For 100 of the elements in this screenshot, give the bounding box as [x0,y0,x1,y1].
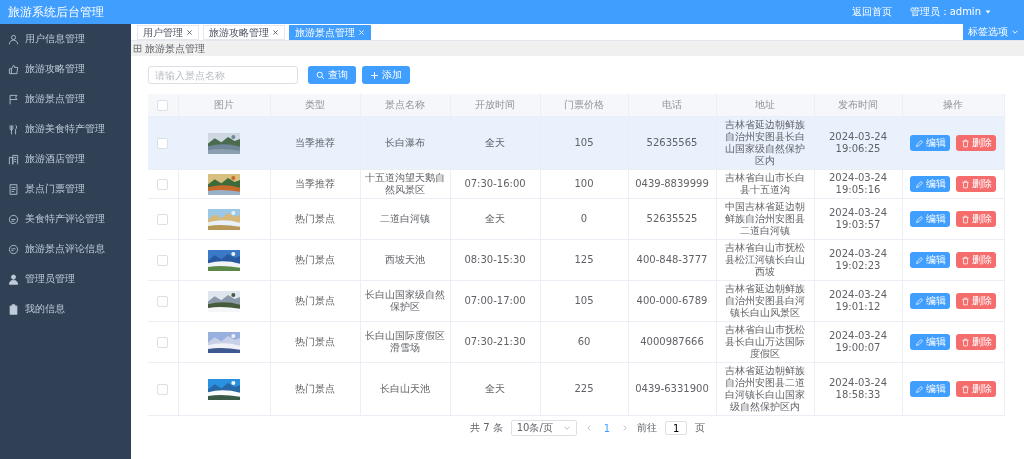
sidebar-item[interactable]: 管理员管理 [0,264,131,294]
table-cell: 2024-03-24 19:05:16 [814,169,902,199]
page-tab[interactable]: 旅游攻略管理 [203,25,285,40]
chevron-icon [1011,28,1019,36]
column-header: 开放时间 [450,94,540,117]
table-cell: 07:30-21:30 [450,321,540,363]
table-cell: 08:30-15:30 [450,239,540,281]
row-checkbox[interactable] [157,137,169,149]
search-button[interactable]: 查询 [308,66,356,84]
row-checkbox[interactable] [157,383,169,395]
table-cell: 2024-03-24 19:00:07 [814,321,902,363]
search-field[interactable]: 请输入景点名称 [148,66,298,84]
close-icon[interactable] [186,29,193,36]
sidebar-item[interactable]: 旅游景点管理 [0,84,131,114]
sidebar-item[interactable]: 景点门票管理 [0,174,131,204]
edit-button[interactable]: 编辑 [910,252,951,268]
table-cell: 热门景点 [270,280,360,322]
close-icon[interactable] [272,29,279,36]
sidebar-item[interactable]: 旅游景点评论信息 [0,234,131,264]
page-input[interactable]: 1 [665,421,688,435]
delete-button[interactable]: 删除 [956,381,997,397]
select-all-checkbox[interactable] [157,99,169,111]
edit-button[interactable]: 编辑 [910,293,951,309]
table-cell: 当季推荐 [270,169,360,199]
table-cell: 400-848-3777 [628,239,716,281]
menu-item-icon [8,93,19,105]
row-checkbox[interactable] [157,213,169,225]
edit-button[interactable]: 编辑 [910,211,951,227]
caret-icon [984,8,992,16]
row-checkbox[interactable] [157,178,169,190]
table-cell: 2024-03-24 19:02:23 [814,239,902,281]
pencil-icon [914,214,924,224]
page-suffix: 页 [695,421,706,435]
page-number[interactable]: 1 [600,422,614,434]
pencil-icon [914,255,924,265]
delete-button[interactable]: 删除 [956,211,997,227]
table-cell: 中国吉林省延边朝鲜族自治州安图县二道白河镇 [716,198,814,240]
table-cell: 长白山天池 [360,362,450,416]
table-cell: 0439-8839999 [628,169,716,199]
sidebar-item[interactable]: 旅游美食特产管理 [0,114,131,144]
previous-page-icon[interactable] [584,424,593,432]
row-checkbox[interactable] [157,295,169,307]
next-page-icon[interactable] [621,424,630,432]
table-cell: 4000987666 [628,321,716,363]
table-cell: 400-000-6789 [628,280,716,322]
table-cell: 60 [540,321,628,363]
table-cell: 长白山国家级自然保护区 [360,280,450,322]
delete-button[interactable]: 删除 [956,293,997,309]
table-cell: 52635525 [628,198,716,240]
delete-button[interactable]: 删除 [956,176,997,192]
table-cell: 吉林省延边朝鲜族自治州安图县二道白河镇长白山国家级自然保护区内 [716,362,814,416]
page-tab[interactable]: 旅游景点管理 [289,25,371,40]
menu-item-icon [8,243,19,255]
row-checkbox[interactable] [157,336,169,348]
column-header: 操作 [902,94,1005,117]
sidebar-item[interactable]: 用户信息管理 [0,24,131,54]
column-header: 门票价格 [540,94,628,117]
edit-button[interactable]: 编辑 [910,135,951,151]
pencil-icon [914,296,924,306]
app-title: 旅游系统后台管理 [8,3,104,21]
column-header: 图片 [178,94,270,117]
user-menu[interactable]: 管理员：admin [909,5,992,19]
trash-icon [960,255,970,265]
table-cell: 热门景点 [270,321,360,363]
sidebar-item[interactable]: 旅游酒店管理 [0,144,131,174]
menu-item-icon [8,123,19,135]
table-cell: 0 [540,198,628,240]
delete-button[interactable]: 删除 [956,334,997,350]
delete-button[interactable]: 删除 [956,252,997,268]
menu-item-icon [8,153,19,165]
total-count: 共 7 条 [470,421,503,435]
table-cell: 2024-03-24 19:06:25 [814,116,902,170]
tab-options-button[interactable]: 标签选项 [963,24,1024,40]
edit-button[interactable]: 编辑 [910,334,951,350]
edit-button[interactable]: 编辑 [910,176,951,192]
trash-icon [960,296,970,306]
sidebar-item[interactable]: 我的信息 [0,294,131,324]
table-cell: 0439-6331900 [628,362,716,416]
table-cell: 2024-03-24 18:58:33 [814,362,902,416]
page-tab[interactable]: 用户管理 [137,25,199,40]
sidebar-item[interactable]: 旅游攻略管理 [0,54,131,84]
table-cell: 2024-03-24 19:01:12 [814,280,902,322]
table-cell: 吉林省延边朝鲜族自治州安图县长白山国家级自然保护区内 [716,116,814,170]
column-header: 发布时间 [814,94,902,117]
delete-button[interactable]: 删除 [956,135,997,151]
table-cell: 热门景点 [270,198,360,240]
page-size-select[interactable]: 10条/页 [510,420,577,436]
edit-button[interactable]: 编辑 [910,381,951,397]
trash-icon [960,337,970,347]
home-link[interactable]: 返回首页 [851,5,892,19]
trash-icon [960,179,970,189]
add-button[interactable]: 添加 [362,66,410,84]
row-checkbox[interactable] [157,254,169,266]
table-cell: 当季推荐 [270,116,360,170]
plus-icon [370,70,379,80]
pencil-icon [914,138,924,148]
sidebar-item[interactable]: 美食特产评论管理 [0,204,131,234]
pencil-icon [914,384,924,394]
column-header: 地址 [716,94,814,117]
column-header: 景点名称 [360,94,450,117]
